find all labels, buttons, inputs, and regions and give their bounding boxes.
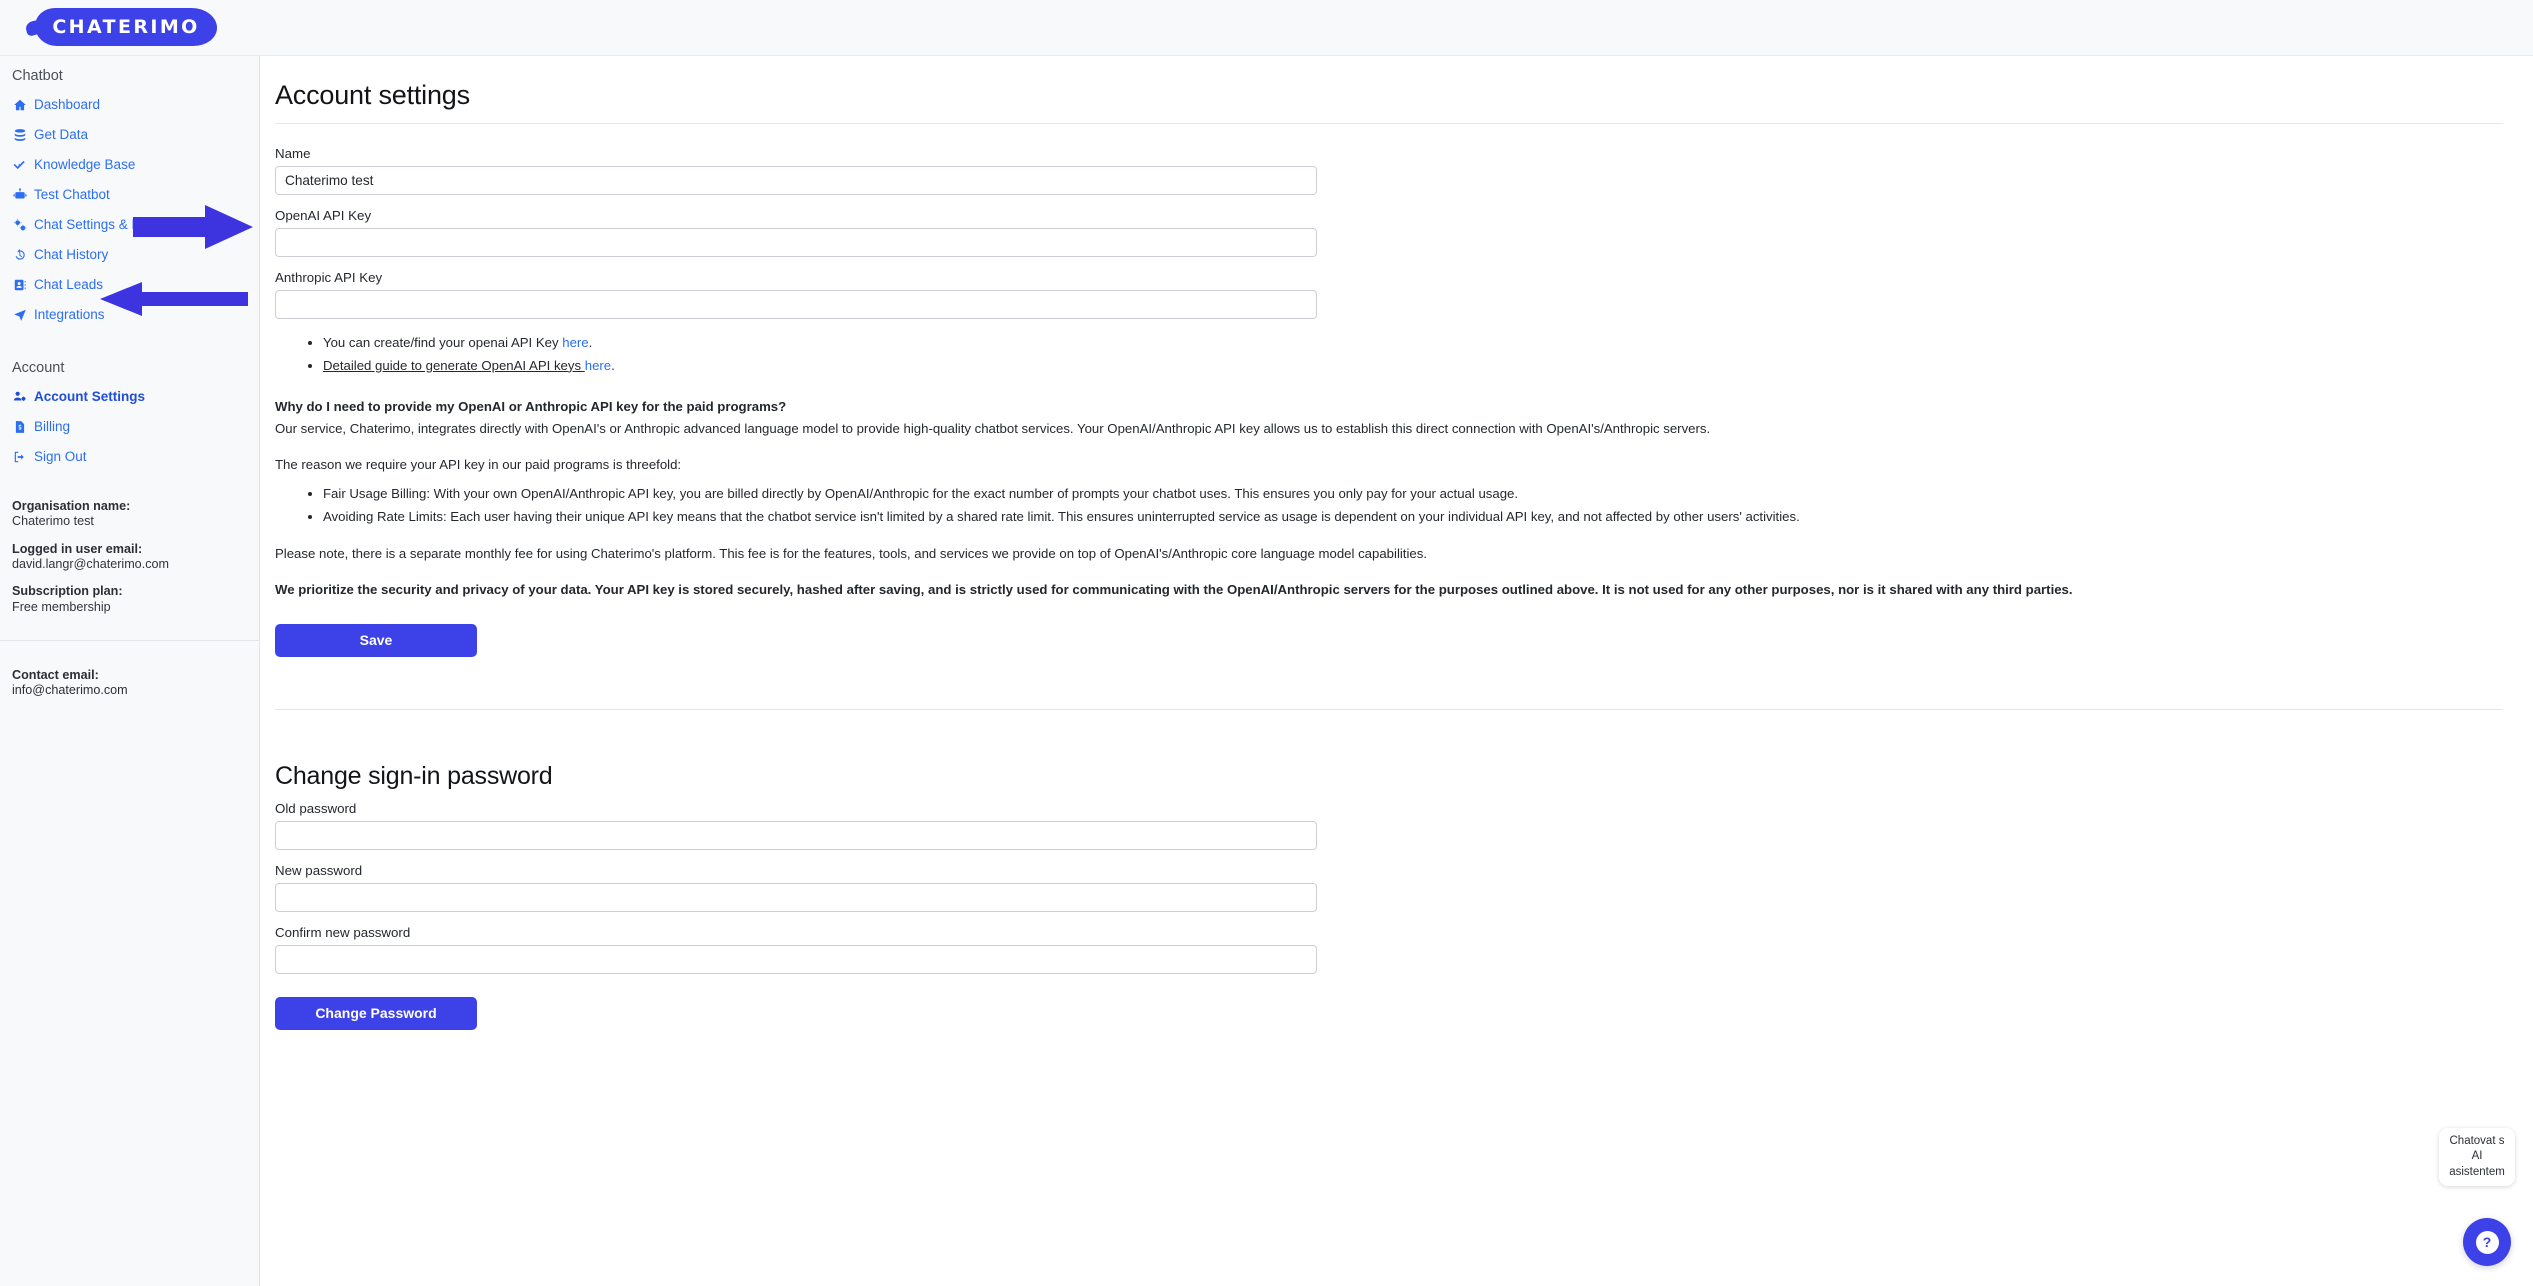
change-password-button[interactable]: Change Password — [275, 997, 477, 1030]
detailed-guide-text: Detailed guide to generate OpenAI API ke… — [323, 358, 585, 373]
send-icon — [12, 308, 27, 323]
reason-list: Fair Usage Billing: With your own OpenAI… — [275, 483, 2503, 528]
chat-widget-button[interactable]: ? — [2463, 1218, 2511, 1266]
sidebar-item-test-chatbot[interactable]: Test Chatbot — [0, 180, 259, 210]
sidebar-item-label: Chat Leads — [34, 274, 103, 296]
sidebar-item-dashboard[interactable]: Dashboard — [0, 90, 259, 120]
detailed-guide-period: . — [611, 358, 615, 373]
confirm-password-input[interactable] — [275, 945, 1317, 974]
brand-logo[interactable]: CHATERIMO — [35, 8, 217, 46]
paragraph-spacer — [275, 439, 2503, 455]
top-bar: CHATERIMO — [0, 0, 2533, 56]
openai-api-key-input[interactable] — [275, 228, 1317, 257]
main-content: Account settings Name OpenAI API Key Ant… — [261, 56, 2533, 1286]
sidebar-item-sign-out[interactable]: Sign Out — [0, 442, 259, 472]
email-info-block: Logged in user email: david.langr@chater… — [12, 543, 247, 572]
email-value: david.langr@chaterimo.com — [12, 558, 247, 571]
user-gear-icon — [12, 390, 27, 405]
section-divider — [275, 709, 2503, 710]
explanation-answer: Our service, Chaterimo, integrates direc… — [275, 419, 2503, 439]
history-icon — [12, 248, 27, 263]
app-root: CHATERIMO Chatbot Dashboard Get Data Kno… — [0, 0, 2533, 1286]
confirm-password-label: Confirm new password — [275, 925, 2503, 940]
chat-widget-tooltip: Chatovat s AI asistentem — [2439, 1128, 2515, 1186]
invoice-icon — [12, 420, 27, 435]
list-item: Detailed guide to generate OpenAI API ke… — [323, 355, 2503, 378]
sidebar: Chatbot Dashboard Get Data Knowledge Bas… — [0, 56, 260, 1286]
list-item: You can create/find your openai API Key … — [323, 332, 2503, 355]
openai-key-hint-text: You can create/find your openai API Key — [323, 335, 562, 350]
sidebar-item-label: Chat Settings & Embed — [34, 214, 174, 236]
openai-key-field-label: OpenAI API Key — [275, 208, 2503, 223]
api-key-help-list: You can create/find your openai API Key … — [275, 332, 2503, 377]
sidebar-section-chatbot-title: Chatbot — [0, 60, 259, 90]
sidebar-item-label: Sign Out — [34, 446, 87, 468]
paragraph-spacer — [275, 564, 2503, 580]
sidebar-section-account-title: Account — [0, 352, 259, 382]
sidebar-item-account-settings[interactable]: Account Settings — [0, 382, 259, 412]
sidebar-item-label: Get Data — [34, 124, 88, 146]
platform-fee-note: Please note, there is a separate monthly… — [275, 544, 2503, 564]
anthropic-key-field-label: Anthropic API Key — [275, 270, 2503, 285]
sidebar-spacer — [0, 330, 259, 352]
plan-value: Free membership — [12, 601, 247, 614]
gears-icon — [12, 218, 27, 233]
openai-key-here-link[interactable]: here — [562, 335, 588, 350]
sidebar-item-knowledge-base[interactable]: Knowledge Base — [0, 150, 259, 180]
api-key-explanation: Why do I need to provide my OpenAI or An… — [275, 397, 2503, 599]
sidebar-item-label: Integrations — [34, 304, 105, 326]
explanation-question: Why do I need to provide my OpenAI or An… — [275, 397, 2503, 417]
sidebar-item-label: Account Settings — [34, 386, 145, 408]
save-button[interactable]: Save — [275, 624, 477, 657]
org-label: Organisation name: — [12, 500, 247, 513]
sidebar-item-integrations[interactable]: Integrations — [0, 300, 259, 330]
sidebar-item-label: Test Chatbot — [34, 184, 110, 206]
email-label: Logged in user email: — [12, 543, 247, 556]
sidebar-item-chat-leads[interactable]: Chat Leads — [0, 270, 259, 300]
home-icon — [12, 98, 27, 113]
sidebar-item-billing[interactable]: Billing — [0, 412, 259, 442]
explanation-threefold-intro: The reason we require your API key in ou… — [275, 455, 2503, 475]
double-check-icon — [12, 158, 27, 173]
brand-logo-text: CHATERIMO — [52, 16, 199, 38]
anthropic-api-key-input[interactable] — [275, 290, 1317, 319]
org-value: Chaterimo test — [12, 515, 247, 528]
paragraph-spacer — [275, 528, 2503, 544]
sidebar-account-info: Organisation name: Chaterimo test Logged… — [0, 500, 259, 641]
name-input[interactable] — [275, 166, 1317, 195]
database-icon — [12, 128, 27, 143]
sidebar-divider — [0, 640, 260, 641]
contact-label: Contact email: — [12, 669, 247, 682]
org-info-block: Organisation name: Chaterimo test — [12, 500, 247, 529]
sidebar-item-label: Chat History — [34, 244, 108, 266]
old-password-label: Old password — [275, 801, 2503, 816]
sign-out-icon — [12, 450, 27, 465]
robot-icon — [12, 188, 27, 203]
contact-value: info@chaterimo.com — [12, 683, 128, 697]
name-field-label: Name — [275, 146, 2503, 161]
sidebar-item-label: Knowledge Base — [34, 154, 135, 176]
security-statement: We prioritize the security and privacy o… — [275, 580, 2503, 600]
sidebar-contact-info: Contact email: info@chaterimo.com — [0, 669, 259, 698]
sidebar-item-chat-settings-embed[interactable]: Chat Settings & Embed — [0, 210, 259, 240]
change-password-title: Change sign-in password — [275, 762, 2503, 791]
old-password-input[interactable] — [275, 821, 1317, 850]
contact-card-icon — [12, 278, 27, 293]
detailed-guide-here-link[interactable]: here — [585, 358, 611, 373]
list-item: Avoiding Rate Limits: Each user having t… — [323, 506, 2503, 529]
new-password-input[interactable] — [275, 883, 1317, 912]
plan-info-block: Subscription plan: Free membership — [12, 585, 247, 614]
title-divider — [275, 123, 2503, 124]
sidebar-item-label: Billing — [34, 416, 70, 438]
new-password-label: New password — [275, 863, 2503, 878]
list-item: Fair Usage Billing: With your own OpenAI… — [323, 483, 2503, 506]
openai-key-hint-period: . — [589, 335, 593, 350]
plan-label: Subscription plan: — [12, 585, 247, 598]
page-title: Account settings — [275, 80, 2503, 111]
sidebar-item-label: Dashboard — [34, 94, 100, 116]
sidebar-item-get-data[interactable]: Get Data — [0, 120, 259, 150]
sidebar-item-chat-history[interactable]: Chat History — [0, 240, 259, 270]
question-mark-icon: ? — [2476, 1231, 2499, 1254]
